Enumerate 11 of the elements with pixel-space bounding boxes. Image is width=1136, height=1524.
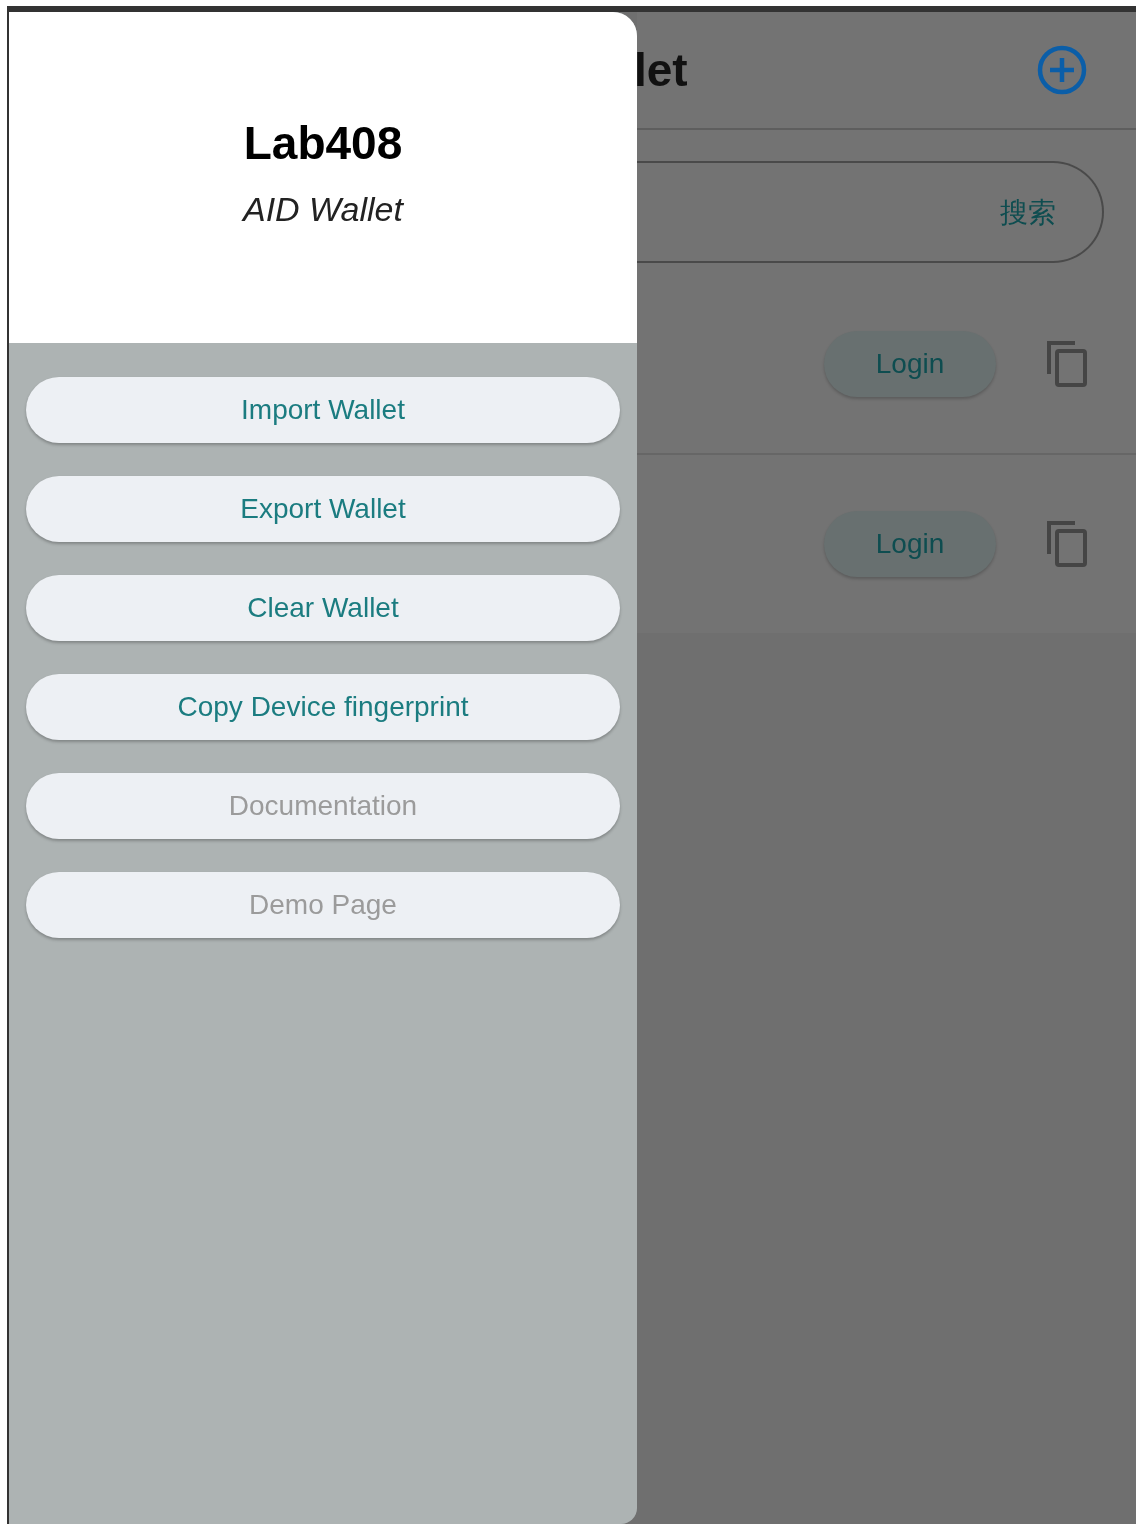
- menu-button[interactable]: Export Wallet: [26, 476, 620, 542]
- menu-button[interactable]: Clear Wallet: [26, 575, 620, 641]
- search-field[interactable]: 搜索: [637, 161, 1104, 263]
- app-bar-title: let: [634, 47, 688, 93]
- copy-icon[interactable]: [1046, 520, 1088, 568]
- drawer-subtitle: AID Wallet: [243, 192, 403, 226]
- copy-icon[interactable]: [1046, 340, 1088, 388]
- add-icon[interactable]: [1036, 44, 1088, 96]
- menu-button[interactable]: Copy Device fingerprint: [26, 674, 620, 740]
- menu-button[interactable]: Import Wallet: [26, 377, 620, 443]
- drawer-title: Lab408: [243, 120, 403, 166]
